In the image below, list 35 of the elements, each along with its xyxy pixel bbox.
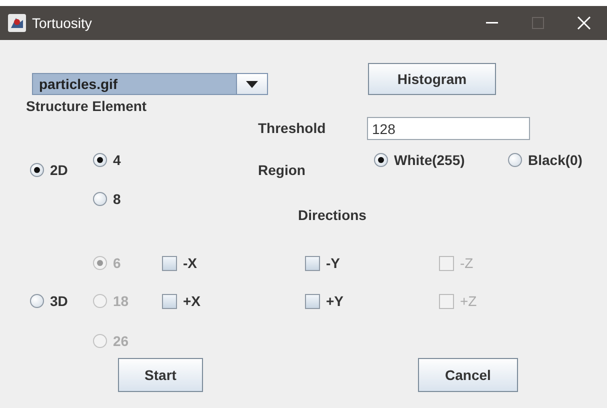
radio-option[interactable]: 2D [30, 162, 93, 178]
checkbox-option[interactable]: -Y [305, 255, 340, 271]
minimize-icon [486, 22, 498, 24]
radio-circle[interactable] [93, 153, 107, 167]
caret-icon [246, 80, 258, 88]
radio-option[interactable]: 3D [30, 293, 93, 309]
checkbox[interactable] [162, 256, 177, 270]
checkbox-option[interactable]: -X [162, 255, 197, 271]
radio-circle[interactable] [374, 153, 388, 167]
checkbox-option[interactable]: +Y [305, 293, 344, 309]
start-button[interactable]: Start [118, 358, 203, 392]
app-icon [8, 14, 26, 32]
radio-option[interactable]: Black(0) [508, 152, 607, 168]
radio-option[interactable]: 4 [93, 152, 160, 168]
radio-circle[interactable] [30, 163, 44, 177]
checkbox[interactable] [305, 294, 320, 308]
radio-circle[interactable] [508, 153, 522, 167]
file-dropdown[interactable]: particles.gif [32, 73, 268, 95]
section-label: Structure Element [25, 98, 148, 114]
checkbox[interactable] [162, 294, 177, 308]
histogram-button[interactable]: Histogram [368, 63, 496, 95]
radio-circle[interactable] [93, 192, 107, 206]
threshold-label: Threshold [258, 120, 327, 136]
window-title: Tortuosity [32, 15, 93, 31]
radio-option[interactable]: White(255) [374, 152, 508, 168]
checkbox-option[interactable]: +X [162, 293, 201, 309]
radio-circle[interactable] [30, 294, 44, 308]
close-icon [577, 16, 591, 30]
region-label: Region [258, 162, 306, 178]
radio-option[interactable]: 8 [93, 191, 160, 207]
checkbox[interactable] [305, 256, 320, 270]
cancel-button[interactable]: Cancel [418, 358, 518, 392]
threshold-field[interactable]: 128 [367, 117, 530, 140]
maximize-icon [532, 17, 544, 29]
directions-label: Directions [298, 207, 368, 223]
